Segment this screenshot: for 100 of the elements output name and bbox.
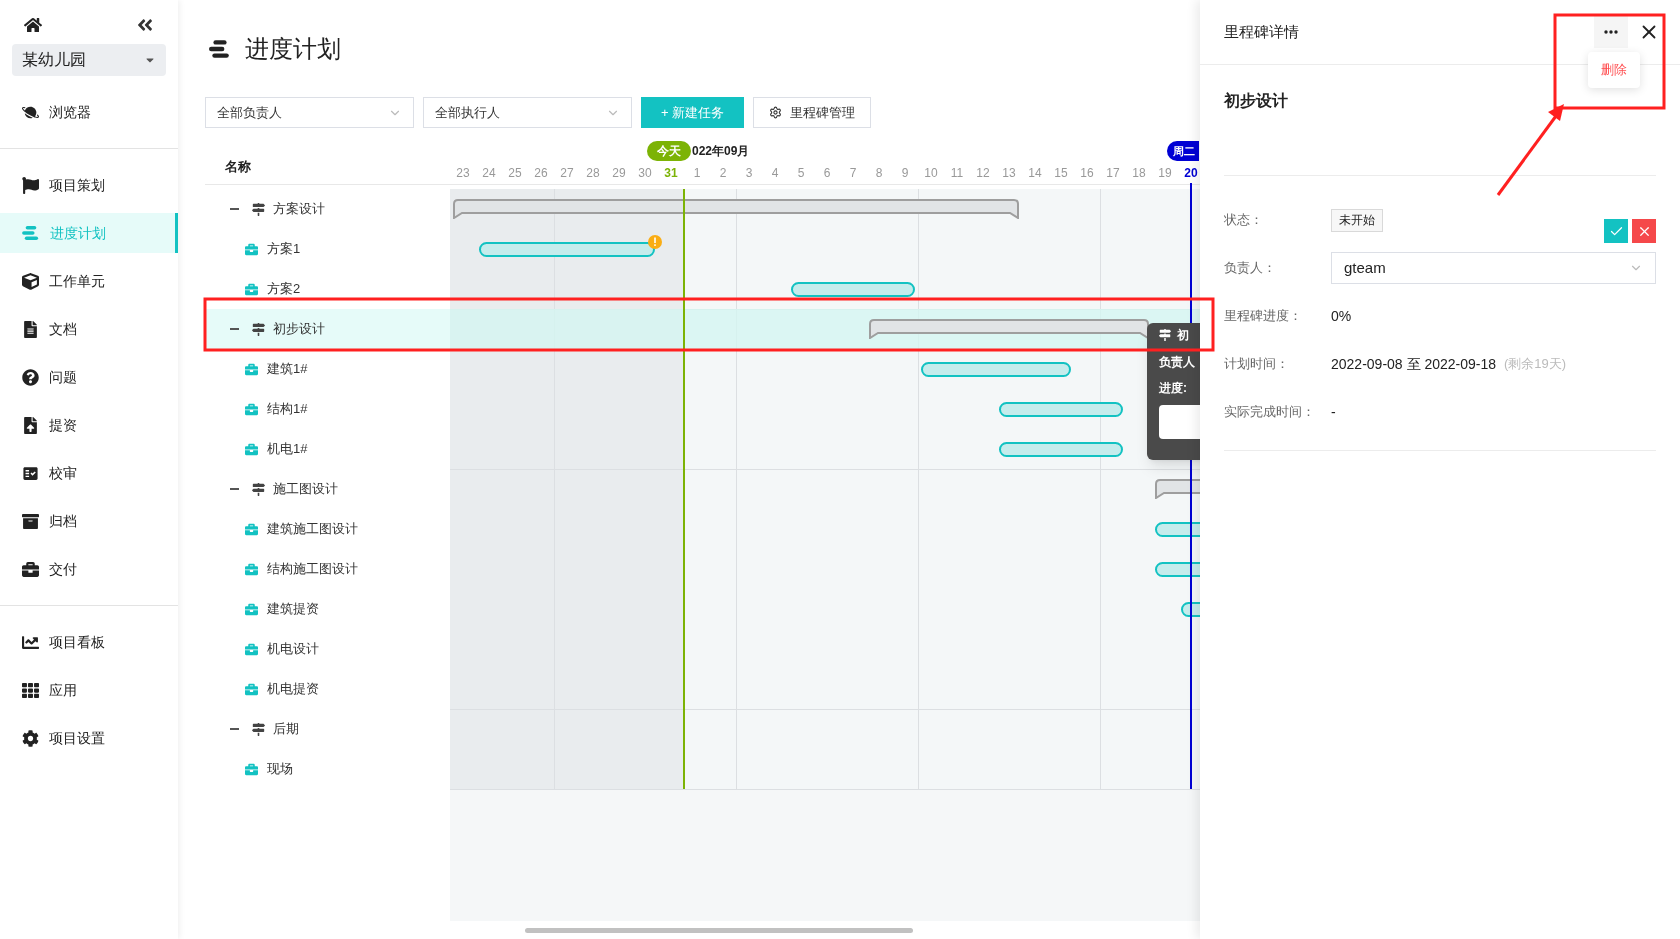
task-name-row[interactable]: 结构施工图设计 — [205, 549, 450, 589]
field-label: 状态： — [1224, 211, 1264, 230]
task-icon — [245, 562, 258, 576]
day-label: 9 — [901, 165, 909, 182]
sidebar-item[interactable]: 项目策划 — [0, 165, 178, 205]
task-name-row[interactable]: 后期 — [205, 709, 450, 749]
task-name-row[interactable]: 方案2 — [205, 269, 450, 309]
task-name-row[interactable]: 机电1# — [205, 429, 450, 469]
grid-icon — [22, 681, 39, 699]
field-value: 2022-09-08 至 2022-09-18 — [1331, 354, 1496, 374]
task-name: 建筑1# — [267, 360, 308, 379]
task-name-row[interactable]: 建筑施工图设计 — [205, 509, 450, 549]
task-name-row[interactable]: 建筑1# — [205, 349, 450, 389]
filter-select[interactable]: 全部执行人 — [423, 97, 632, 128]
task-name: 结构施工图设计 — [267, 560, 358, 579]
day-label: 14 — [1028, 165, 1042, 182]
task-icon — [245, 402, 258, 416]
horizontal-scrollbar[interactable] — [525, 927, 913, 933]
project-select[interactable]: 某幼儿园 — [12, 44, 166, 76]
sidebar-item[interactable]: 校审 — [0, 453, 178, 493]
briefcase-icon — [22, 560, 39, 578]
filter-select[interactable]: 全部负责人 — [205, 97, 414, 128]
task-name-row[interactable]: 方案1 — [205, 229, 450, 269]
month-label: 022年09月 — [692, 143, 750, 160]
field-label: 里程碑进度： — [1224, 307, 1303, 326]
day-label: 2 — [719, 165, 727, 182]
field-label: 负责人： — [1224, 259, 1277, 278]
sidebar-item[interactable]: 浏览器 — [0, 92, 178, 132]
more-button[interactable] — [1594, 16, 1628, 48]
day-label: 13 — [1002, 165, 1016, 182]
gantt-bars-icon — [22, 225, 40, 241]
sidebar-item[interactable]: 文档 — [0, 309, 178, 349]
day-label: 27 — [560, 165, 574, 182]
task-name: 方案1 — [267, 240, 301, 259]
task-icon — [245, 762, 258, 776]
task-name-row[interactable]: 建筑提资 — [205, 589, 450, 629]
home-icon[interactable] — [24, 16, 42, 34]
day-label: 17 — [1106, 165, 1120, 182]
day-label: 8 — [875, 165, 883, 182]
sidebar-item[interactable]: 提资 — [0, 405, 178, 445]
today-badge: 今天 — [647, 141, 691, 161]
milestone-icon — [252, 202, 265, 216]
day-label: 3 — [745, 165, 753, 182]
day-label: 4 — [771, 165, 779, 182]
collapse-icon[interactable] — [136, 16, 154, 34]
task-name: 机电设计 — [267, 640, 319, 659]
day-label: 30 — [638, 165, 652, 182]
day-label: 18 — [1132, 165, 1146, 182]
task-name: 方案2 — [267, 280, 301, 299]
column-header: 名称 — [225, 157, 251, 176]
sidebar-item[interactable]: 工作单元 — [0, 261, 178, 301]
owner-select[interactable]: gteam — [1331, 252, 1656, 284]
milestone-name: 初步设计 — [1224, 92, 1288, 109]
day-label: 20 — [1184, 165, 1198, 182]
settings-icon — [769, 106, 783, 119]
file-upload-icon — [22, 416, 39, 434]
task-name-row[interactable]: 现场 — [205, 749, 450, 789]
page-title: 进度计划 — [245, 33, 341, 64]
day-label: 11 — [950, 165, 964, 182]
field-value: 0% — [1331, 306, 1352, 326]
archive-icon — [22, 512, 39, 530]
field-label: 计划时间： — [1224, 355, 1290, 374]
day-label: 23 — [456, 165, 470, 182]
status-tag[interactable]: 未开始 — [1331, 208, 1383, 232]
tooltip-text: 负责人 — [1159, 354, 1196, 371]
gantt-bars-icon — [209, 38, 231, 59]
task-name-row[interactable]: 结构1# — [205, 389, 450, 429]
task-name-row[interactable]: 初步设计 — [205, 309, 450, 349]
day-label: 29 — [612, 165, 626, 182]
day-label: 7 — [849, 165, 857, 182]
cancel-button[interactable] — [1632, 219, 1656, 243]
task-icon — [245, 642, 258, 656]
sidebar-item[interactable]: 应用 — [0, 670, 178, 710]
more-icon — [1604, 30, 1618, 34]
sidebar-item[interactable]: 归档 — [0, 501, 178, 541]
task-name: 后期 — [273, 720, 299, 739]
day-label: 25 — [508, 165, 522, 182]
task-name-row[interactable]: 方案设计 — [205, 189, 450, 229]
cube-icon — [22, 272, 39, 290]
sidebar-item[interactable]: 问题 — [0, 357, 178, 397]
sidebar-item[interactable]: 项目设置 — [0, 718, 178, 758]
task-name: 建筑提资 — [267, 600, 319, 619]
day-label: 28 — [586, 165, 600, 182]
milestone-manage-button[interactable]: 里程碑管理 — [753, 97, 872, 128]
day-label: 26 — [534, 165, 548, 182]
day-label: 19 — [1158, 165, 1172, 182]
task-name: 机电1# — [267, 440, 308, 459]
task-name: 结构1# — [267, 400, 308, 419]
milestone-icon — [252, 322, 265, 336]
sidebar-item[interactable]: 项目看板 — [0, 622, 178, 662]
task-name-row[interactable]: 机电设计 — [205, 629, 450, 669]
task-name: 建筑施工图设计 — [267, 520, 358, 539]
task-icon — [245, 602, 258, 616]
flag-icon — [22, 176, 39, 194]
task-name-row[interactable]: 施工图设计 — [205, 469, 450, 509]
milestone-icon — [252, 482, 265, 496]
day-label: 5 — [797, 165, 805, 182]
sidebar-item[interactable]: 交付 — [0, 549, 178, 589]
task-name-row[interactable]: 机电提资 — [205, 669, 450, 709]
field-note: (剩余19天) — [1504, 355, 1567, 374]
